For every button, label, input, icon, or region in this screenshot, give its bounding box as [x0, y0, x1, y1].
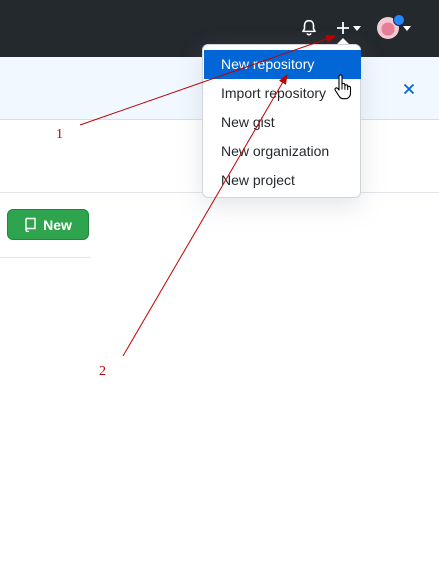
- caret-down-icon[interactable]: [403, 26, 411, 32]
- repo-icon: [25, 217, 36, 232]
- divider: [0, 257, 90, 258]
- annotation-number-1: 1: [56, 127, 63, 142]
- hand-cursor-icon: [334, 74, 352, 100]
- menu-item-new-gist[interactable]: New gist: [204, 108, 361, 137]
- create-new-dropdown: New repository Import repository New gis…: [202, 44, 361, 198]
- plus-icon[interactable]: [335, 20, 351, 36]
- status-dot: [393, 14, 405, 26]
- new-button-label: New: [43, 216, 72, 233]
- bell-icon[interactable]: [300, 19, 318, 37]
- menu-item-new-organization[interactable]: New organization: [204, 137, 361, 166]
- annotation-number-2: 2: [99, 364, 106, 379]
- new-repository-button[interactable]: New: [7, 209, 89, 240]
- menu-item-new-project[interactable]: New project: [204, 166, 361, 195]
- caret-down-icon[interactable]: [353, 26, 361, 32]
- close-icon[interactable]: [403, 83, 415, 95]
